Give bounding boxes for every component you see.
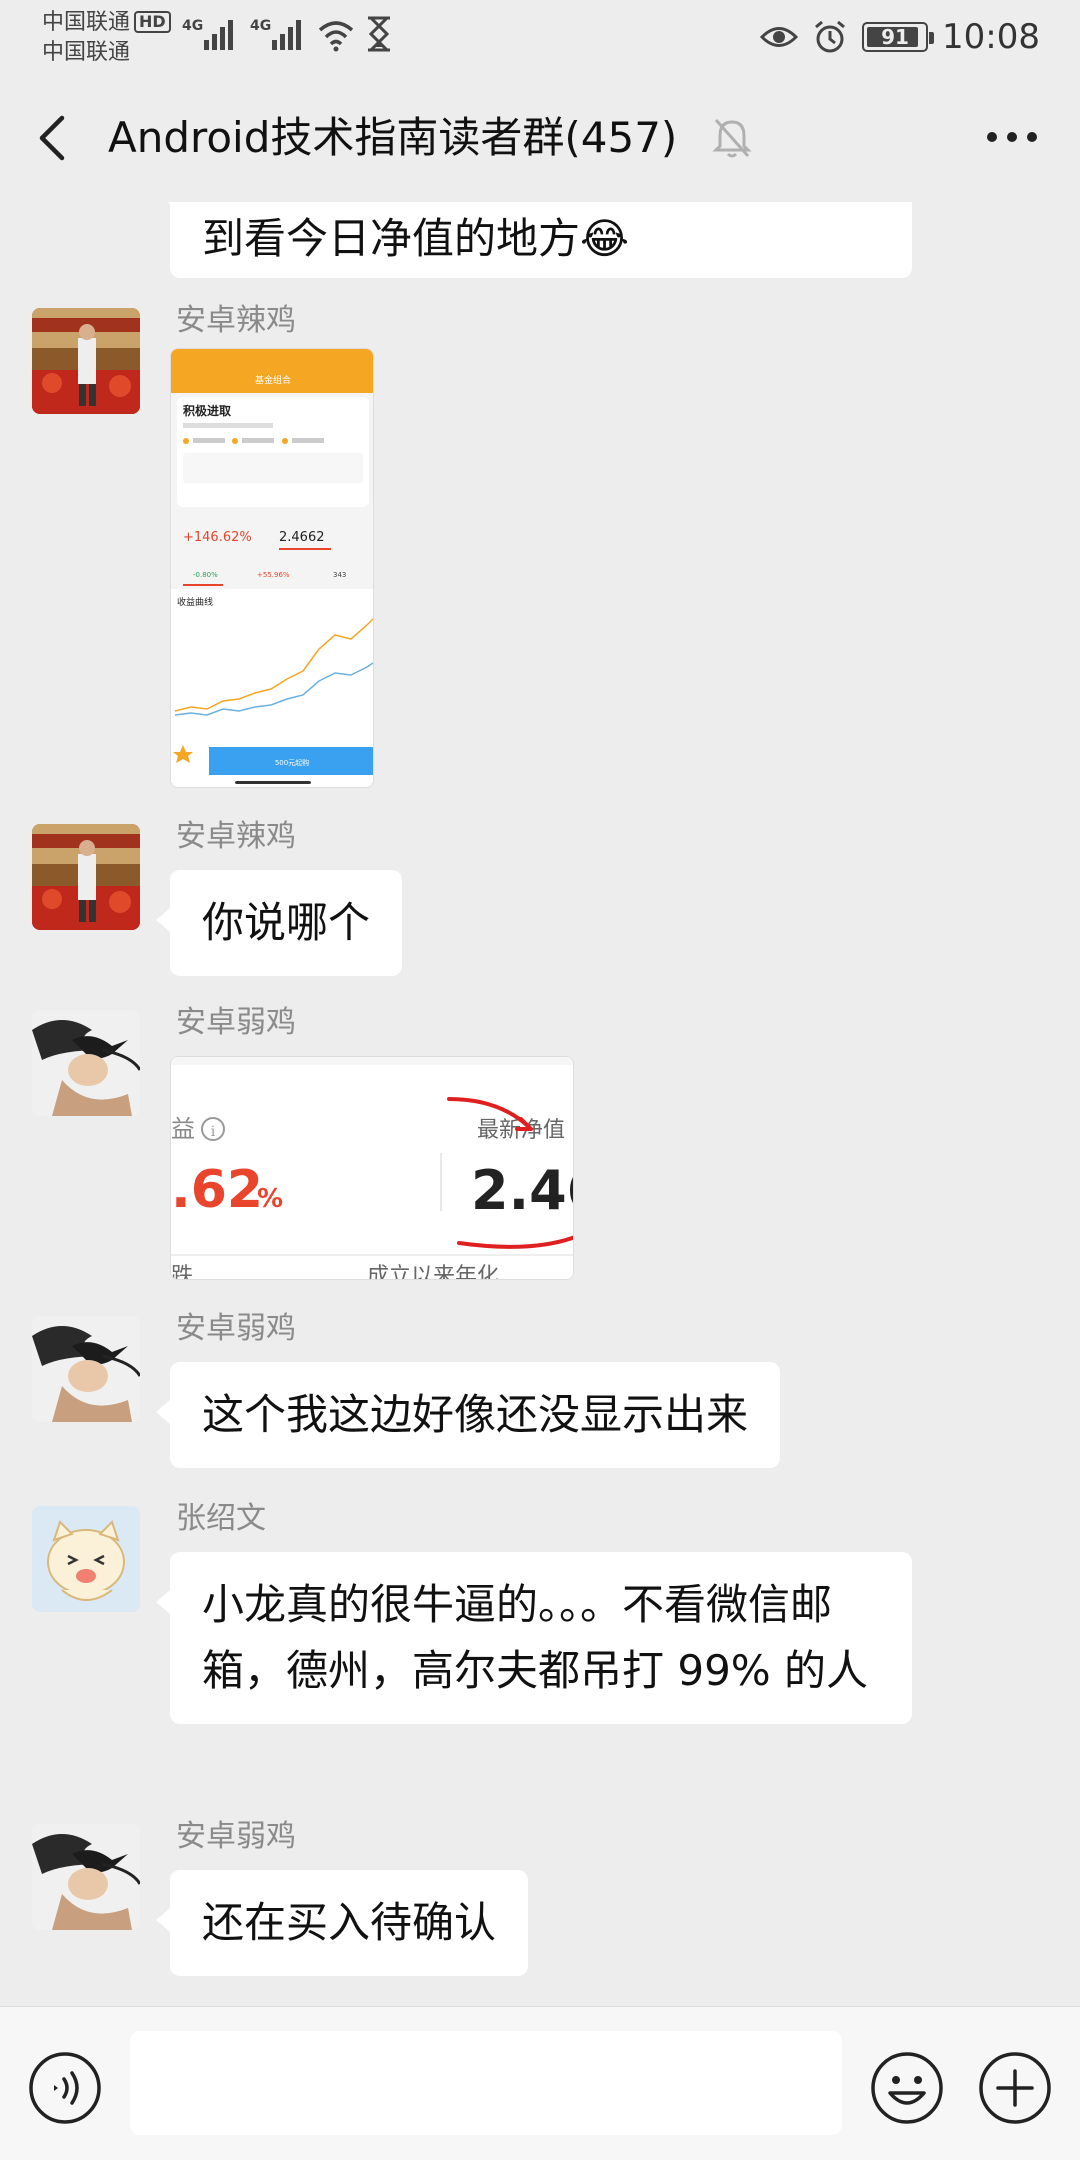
battery-icon: 91: [862, 22, 935, 52]
sender-name: 安卓辣鸡: [176, 303, 296, 338]
carrier-info: 中国联通 HD 中国联通: [42, 8, 171, 68]
thumb-portfolio-name: 积极进取: [183, 403, 231, 418]
fund-detail-crop: 益 i .62 % 最新净值 2.46 跌 成立以来年化: [171, 1057, 574, 1280]
thumb-app-title: 基金组合: [255, 374, 291, 386]
input-bar: [0, 2006, 1080, 2160]
sender-name: 张绍文: [176, 1501, 266, 1536]
chevron-left-icon: [39, 115, 65, 161]
status-bar: 中国联通 HD 中国联通 4G 4G 91 10:08: [0, 0, 1080, 74]
battery-level: 91: [881, 25, 909, 49]
signal-icon: 4G: [182, 14, 242, 54]
mute-bell-icon: [712, 116, 752, 160]
message-bubble[interactable]: 还在买入待确认: [155, 1870, 529, 1976]
message-bubble[interactable]: 你说哪个: [155, 870, 403, 976]
sender-name: 安卓弱鸡: [176, 1005, 296, 1040]
back-button[interactable]: [30, 110, 80, 166]
plus-icon: [979, 2052, 1051, 2124]
thumb-buy-label: 500元起购: [275, 758, 309, 767]
message-text: 你说哪个: [202, 898, 371, 947]
clock: 10:08: [942, 17, 1040, 57]
emoji-icon: [871, 2052, 943, 2124]
hourglass-icon: [364, 14, 394, 54]
avatar-image: [32, 1010, 140, 1116]
avatar-image: [32, 1506, 140, 1612]
status-right: 91 10:08: [760, 14, 1040, 60]
message-text: 还在买入待确认: [202, 1898, 497, 1947]
message-bubble[interactable]: 到看今日净值的地方😂: [156, 202, 912, 278]
fund-screenshot-thumbnail: 基金组合 积极进取 +146.62% 2.4662 -0.80% +55.96%…: [171, 349, 373, 787]
hd-badge: HD: [134, 11, 171, 33]
message-text: 这个我这边好像还没显示出来: [202, 1390, 749, 1439]
svg-text:i: i: [211, 1124, 216, 1140]
thumb-annual: +55.96%: [257, 571, 290, 579]
avatar-image: [32, 824, 140, 930]
more-dots-icon: [987, 132, 1037, 142]
thumb-days: 343: [333, 571, 346, 579]
more-button[interactable]: [984, 122, 1040, 152]
crop-left-value: .62: [171, 1160, 263, 1220]
avatar-image: [32, 308, 140, 414]
signal-1-label: 4G: [182, 18, 203, 34]
thumb-net-value: 2.4662: [279, 530, 325, 545]
thumb-curve-label: 收益曲线: [177, 596, 213, 608]
crop-bottom-left: 跌: [171, 1264, 193, 1280]
emoji-button[interactable]: [870, 2051, 944, 2125]
message-text: 小龙真的很牛逼的。。。不看微信邮箱，德州，高尔夫都吊打 99% 的人: [202, 1580, 869, 1695]
carrier-1: 中国联通: [42, 10, 131, 35]
thumb-return: +146.62%: [183, 530, 252, 545]
image-message[interactable]: 基金组合 积极进取 +146.62% 2.4662 -0.80% +55.96%…: [170, 348, 374, 788]
message-bubble[interactable]: 小龙真的很牛逼的。。。不看微信邮箱，德州，高尔夫都吊打 99% 的人: [156, 1552, 912, 1724]
signal-2-label: 4G: [250, 18, 271, 34]
voice-button[interactable]: [28, 2051, 102, 2125]
message-bubble[interactable]: 这个我这边好像还没显示出来: [155, 1362, 781, 1468]
avatar[interactable]: [32, 1010, 140, 1116]
image-message[interactable]: 益 i .62 % 最新净值 2.46 跌 成立以来年化: [170, 1056, 574, 1280]
crop-right-value: 2.46: [471, 1159, 574, 1222]
avatar[interactable]: [32, 1506, 140, 1612]
wifi-icon: [316, 14, 356, 54]
avatar-image: [32, 1316, 140, 1422]
voice-icon: [29, 2052, 101, 2124]
avatar[interactable]: [32, 308, 140, 414]
carrier-2: 中国联通: [42, 40, 131, 65]
thumb-day-change: -0.80%: [193, 571, 218, 579]
alarm-icon: [815, 20, 845, 53]
avatar[interactable]: [32, 1824, 140, 1930]
sender-name: 安卓辣鸡: [176, 819, 296, 854]
avatar-image: [32, 1824, 140, 1930]
eye-icon: [760, 27, 799, 47]
signal-icon-2: 4G: [250, 14, 310, 54]
chat-header: Android技术指南读者群(457): [0, 74, 1080, 202]
sender-name: 安卓弱鸡: [176, 1819, 296, 1854]
chat-area[interactable]: 到看今日净值的地方😂 安卓辣鸡 基金组合 积极进取 +146.62% 2.466…: [0, 202, 1080, 2006]
avatar[interactable]: [32, 1316, 140, 1422]
sender-name: 安卓弱鸡: [176, 1311, 296, 1346]
crop-left-label: 益: [171, 1115, 195, 1143]
page-title: Android技术指南读者群(457): [108, 113, 678, 162]
crop-bottom-right: 成立以来年化: [367, 1264, 499, 1280]
message-text: 到看今日净值的地方😂: [202, 214, 630, 263]
plus-button[interactable]: [978, 2051, 1052, 2125]
avatar[interactable]: [32, 824, 140, 930]
crop-left-unit: %: [257, 1184, 283, 1214]
message-input[interactable]: [130, 2031, 842, 2135]
